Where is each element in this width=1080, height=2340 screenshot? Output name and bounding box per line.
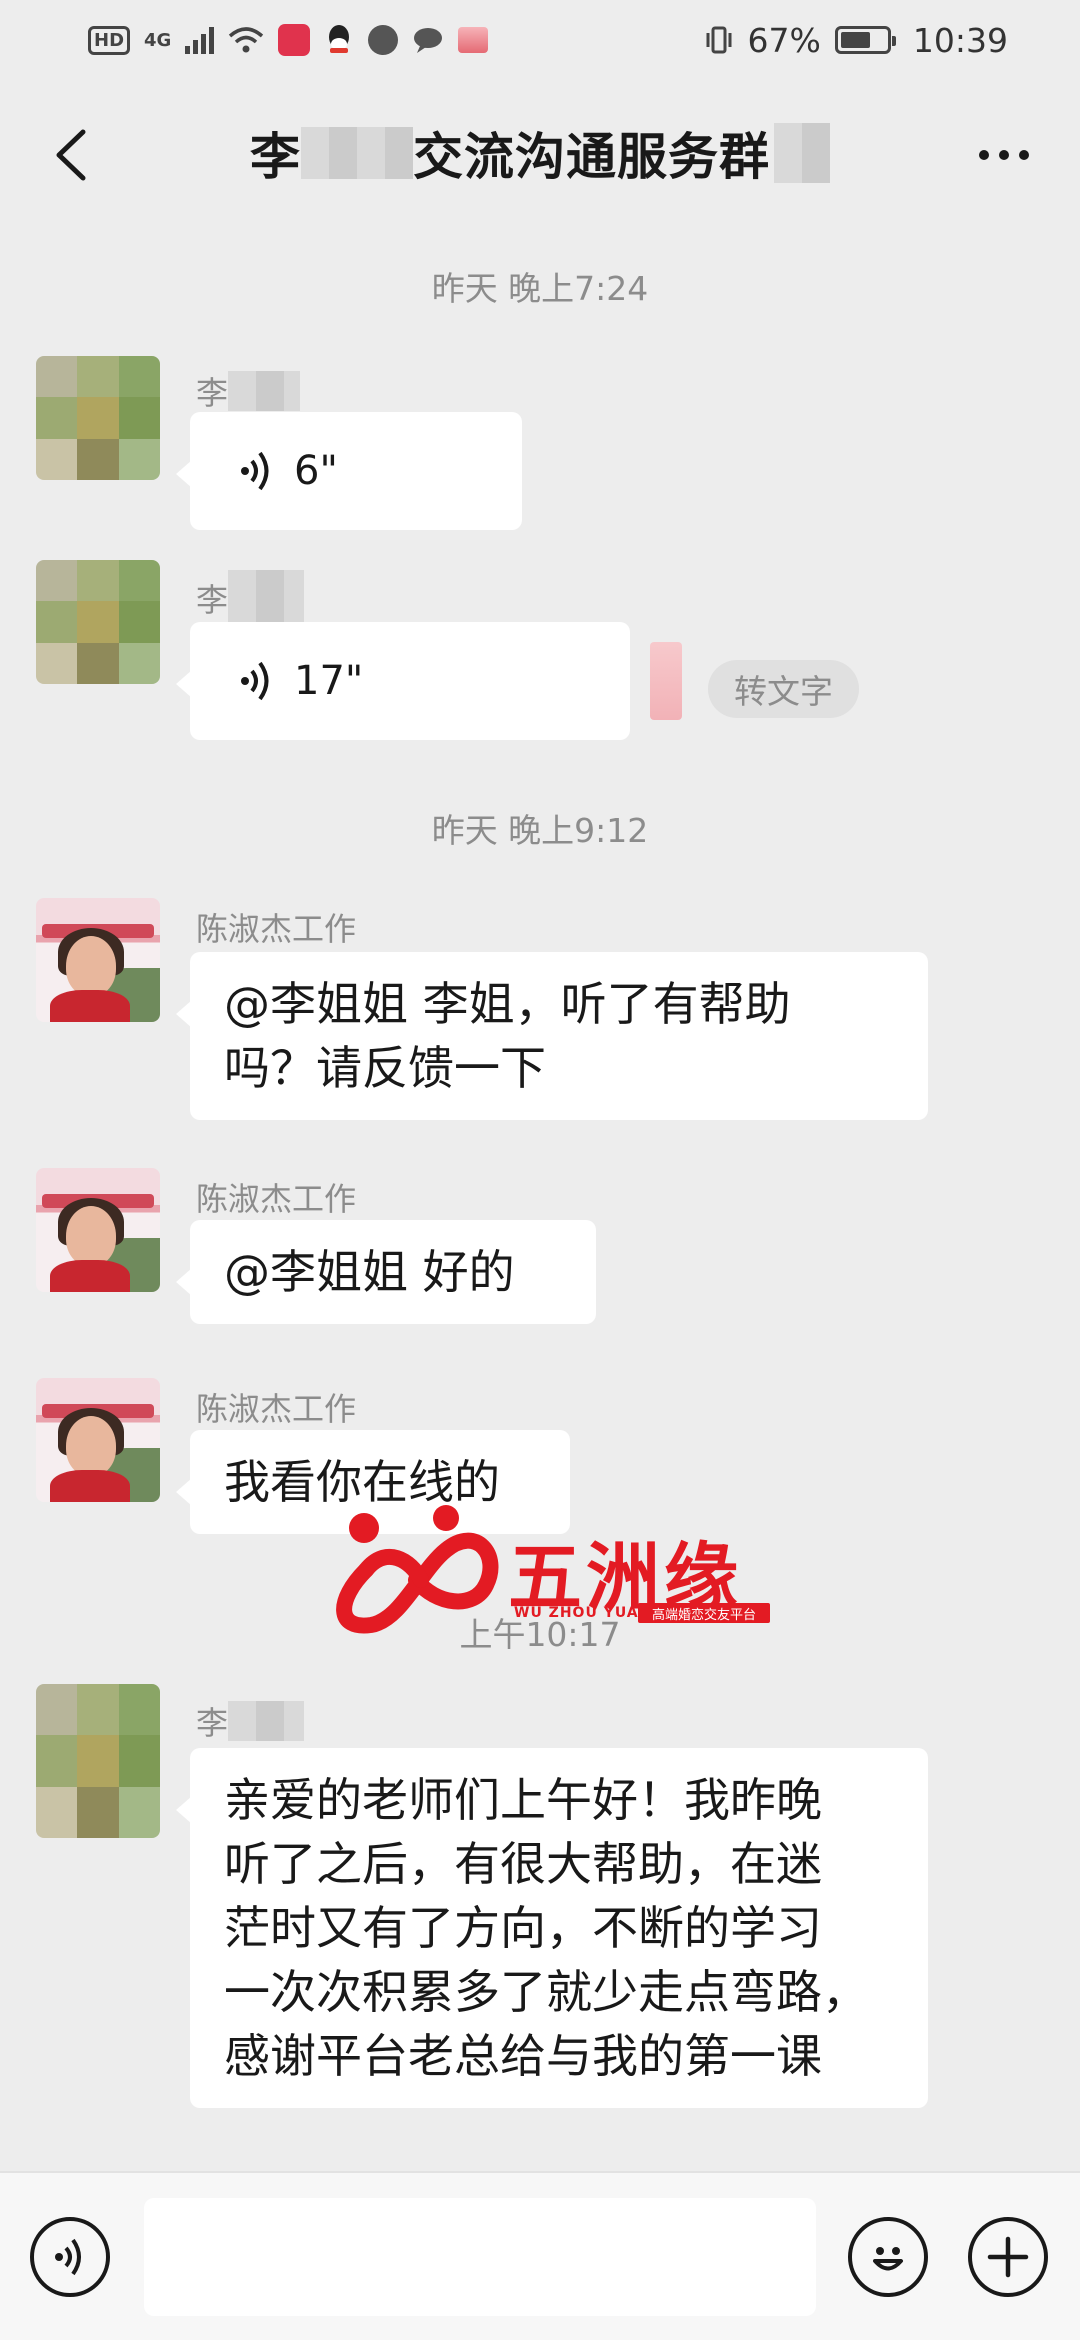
message-line: 茫时又有了方向，不断的学习 <box>224 1901 822 1955</box>
signal-icon <box>185 26 215 54</box>
avatar[interactable] <box>36 1684 160 1838</box>
voice-wave-icon <box>241 451 269 491</box>
clock: 10:39 <box>912 20 1008 60</box>
status-bar: HD 4G 67% 10:39 <box>0 0 1080 80</box>
network-type: 4G <box>144 29 172 51</box>
notification-app-icon <box>278 24 311 56</box>
message-line: 吗？请反馈一下 <box>224 1041 546 1095</box>
input-bar <box>0 2171 1080 2340</box>
text-message-bubble[interactable]: @李姐姐 好的 <box>176 1220 596 1324</box>
wifi-icon <box>228 26 264 54</box>
gift-app-icon <box>458 27 489 53</box>
message-line: @李姐姐 李姐，听了有帮助 <box>224 977 791 1031</box>
message-line: 一次次积累多了就少走点弯路， <box>224 1965 868 2019</box>
redacted-block <box>301 127 413 179</box>
sender-name: 李 <box>196 570 305 626</box>
text-message-bubble[interactable]: @李姐姐 李姐，听了有帮助 吗？请反馈一下 <box>176 952 928 1120</box>
avatar[interactable] <box>36 1168 160 1292</box>
vibrate-icon <box>704 25 734 55</box>
redacted-block <box>228 371 301 411</box>
sender-name: 李 <box>196 368 301 414</box>
sender-name: 陈淑杰工作 <box>196 910 357 948</box>
sender-name: 陈淑杰工作 <box>196 1180 357 1218</box>
qq-icon <box>324 24 354 56</box>
text-message-bubble[interactable]: 亲爱的老师们上午好！我昨晚 听了之后，有很大帮助，在迷 茫时又有了方向，不断的学… <box>176 1748 928 2108</box>
unread-indicator <box>650 642 682 720</box>
avatar[interactable] <box>36 1378 160 1502</box>
battery-percent: 67% <box>747 20 821 60</box>
group-title-part1: 李 <box>250 128 301 186</box>
chevron-left-icon <box>56 129 86 181</box>
voice-mode-icon <box>55 2238 81 2276</box>
group-title-part2: 交流沟通服务群 <box>413 128 770 186</box>
message-line: 感谢平台老总给与我的第一课 <box>224 2029 822 2083</box>
message-line: @李姐姐 好的 <box>224 1245 515 1299</box>
more-dots-icon <box>979 150 989 160</box>
timestamp: 昨天 晚上9:12 <box>431 811 649 850</box>
message-input[interactable] <box>144 2198 816 2316</box>
message-list[interactable]: 昨天 晚上7:24 李 6" 李 17" 转文字 昨天 晚上9:12 陈淑杰工作 <box>0 226 1080 2171</box>
voice-message-bubble[interactable]: 6" <box>176 412 522 530</box>
battery-icon <box>834 26 896 54</box>
hd-icon: HD <box>88 25 131 55</box>
watermark-logo: 五洲缘 WU ZHOU YUAN 高端婚恋交友平台 <box>326 1490 770 1650</box>
redacted-block <box>228 570 305 626</box>
infinity-logo-icon <box>336 1505 499 1634</box>
sender-name: 陈淑杰工作 <box>196 1390 357 1428</box>
timestamp: 昨天 晚上7:24 <box>431 269 649 308</box>
voice-wave-icon <box>241 661 269 701</box>
back-button[interactable] <box>40 120 100 190</box>
watermark-english: WU ZHOU YUAN <box>514 1605 652 1621</box>
emoji-icon <box>873 2247 903 2271</box>
message-icon <box>412 26 444 54</box>
plus-button[interactable] <box>968 2217 1048 2297</box>
more-button[interactable] <box>964 120 1044 190</box>
emoji-button[interactable] <box>848 2217 928 2297</box>
redacted-block <box>774 123 830 183</box>
voice-duration: 17" <box>294 658 364 704</box>
message-row: 陈淑杰工作 @李姐姐 李姐，听了有帮助 吗？请反馈一下 <box>0 898 1080 1120</box>
voice-message-bubble[interactable]: 17" <box>176 622 630 740</box>
chat-header: 李 交流沟通服务群 <box>0 80 1080 226</box>
avatar[interactable] <box>36 898 160 1022</box>
voice-mode-button[interactable] <box>30 2217 110 2297</box>
group-title[interactable]: 李 交流沟通服务群 <box>250 117 830 189</box>
message-line: 亲爱的老师们上午好！我昨晚 <box>224 1773 822 1827</box>
message-row: 陈淑杰工作 我看你在线的 <box>0 1378 1080 1534</box>
watermark-tagline: 高端婚恋交友平台 <box>638 1603 770 1623</box>
message-line: 听了之后，有很大帮助，在迷 <box>224 1837 822 1891</box>
to-text-button[interactable]: 转文字 <box>708 660 859 718</box>
avatar[interactable] <box>36 356 160 480</box>
message-row: 陈淑杰工作 @李姐姐 好的 <box>0 1168 1080 1324</box>
redacted-block <box>228 1701 305 1741</box>
sender-name: 李 <box>196 1698 305 1744</box>
plus-icon <box>987 2236 1029 2278</box>
browser-icon <box>368 25 399 55</box>
avatar[interactable] <box>36 560 160 684</box>
voice-duration: 6" <box>294 448 338 494</box>
